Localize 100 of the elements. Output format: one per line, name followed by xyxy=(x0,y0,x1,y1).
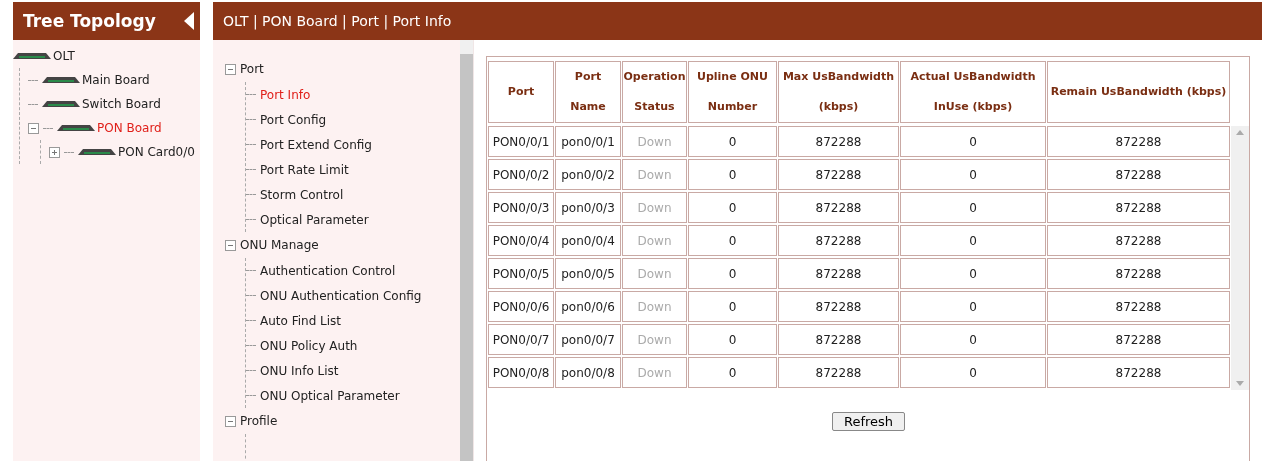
table-cell: 872288 xyxy=(778,126,899,157)
menu-item[interactable]: ONU Policy Auth xyxy=(260,338,358,353)
table-cell: pon0/0/5 xyxy=(555,258,621,289)
table-cell: 0 xyxy=(900,291,1046,322)
table-cell: 872288 xyxy=(1047,192,1230,223)
column-header: Port Name xyxy=(555,61,621,123)
table-cell: 0 xyxy=(900,324,1046,355)
table-cell: 0 xyxy=(900,258,1046,289)
table-cell: 0 xyxy=(688,159,777,190)
column-header: Actual UsBandwidth InUse (kbps) xyxy=(900,61,1046,123)
menu-item[interactable]: Port Config xyxy=(260,112,327,127)
device-icon xyxy=(13,52,51,60)
table-cell: 0 xyxy=(900,357,1046,388)
table-cell: 872288 xyxy=(1047,291,1230,322)
table-cell: 0 xyxy=(688,291,777,322)
table-cell: 0 xyxy=(900,225,1046,256)
collapse-icon[interactable] xyxy=(184,12,194,30)
tree-item[interactable]: Main Board xyxy=(82,73,150,87)
table-cell: 0 xyxy=(900,192,1046,223)
menu-group[interactable]: ONU Manage xyxy=(240,238,319,252)
collapse-icon[interactable] xyxy=(225,239,236,251)
table-cell: Down xyxy=(622,126,687,157)
table-cell: Down xyxy=(622,159,687,190)
tree-item[interactable]: PON Card0/0 xyxy=(118,145,195,159)
menu-item[interactable]: Port Rate Limit xyxy=(260,162,349,177)
menu-item[interactable]: Optical Parameter xyxy=(260,212,369,227)
menu-item[interactable]: Auto Find List xyxy=(260,313,342,328)
table-cell: pon0/0/8 xyxy=(555,357,621,388)
table-cell: 0 xyxy=(688,258,777,289)
tree-item[interactable]: OLT xyxy=(53,49,75,63)
menu-item[interactable]: ONU Authentication Config xyxy=(260,288,422,303)
tree-connector xyxy=(246,219,256,220)
tree-connector xyxy=(246,119,256,120)
column-header: Port xyxy=(488,61,554,123)
table-cell: pon0/0/6 xyxy=(555,291,621,322)
table-cell: 872288 xyxy=(1047,225,1230,256)
tree-connector xyxy=(28,103,38,105)
table-cell: 0 xyxy=(900,159,1046,190)
table-cell: pon0/0/2 xyxy=(555,159,621,190)
tree-connector xyxy=(246,194,256,195)
column-header: Remain UsBandwidth (kbps) xyxy=(1047,61,1230,123)
table-cell: PON0/0/2 xyxy=(488,159,554,190)
tree-connector xyxy=(246,320,256,321)
tree-connector xyxy=(246,144,256,145)
collapse-icon[interactable] xyxy=(225,415,236,427)
table-cell: 0 xyxy=(688,192,777,223)
table-cell: 0 xyxy=(688,225,777,256)
column-header: Upline ONU Number xyxy=(688,61,777,123)
collapse-icon[interactable] xyxy=(28,122,39,134)
table-cell: 872288 xyxy=(778,225,899,256)
table-cell: PON0/0/1 xyxy=(488,126,554,157)
tree-connector xyxy=(43,127,53,129)
scrollbar[interactable] xyxy=(460,40,473,461)
menu-item[interactable]: ONU Optical Parameter xyxy=(260,388,400,403)
tree-connector xyxy=(246,270,256,271)
column-header: Operation Status xyxy=(622,61,687,123)
table-cell: 872288 xyxy=(778,357,899,388)
table-cell: Down xyxy=(622,357,687,388)
table-cell: PON0/0/5 xyxy=(488,258,554,289)
tree-connector xyxy=(246,295,256,296)
table-cell: Down xyxy=(622,258,687,289)
table-cell: PON0/0/6 xyxy=(488,291,554,322)
device-icon xyxy=(78,148,116,156)
table-cell: 0 xyxy=(688,324,777,355)
table-cell: 872288 xyxy=(778,159,899,190)
table-cell: PON0/0/7 xyxy=(488,324,554,355)
table-cell: pon0/0/4 xyxy=(555,225,621,256)
table-cell: 872288 xyxy=(778,291,899,322)
expand-icon[interactable] xyxy=(49,146,60,158)
table-cell: 872288 xyxy=(1047,258,1230,289)
table-cell: 872288 xyxy=(1047,324,1230,355)
device-icon xyxy=(57,124,95,132)
menu-item[interactable]: Port Info xyxy=(260,87,311,102)
tree-connector xyxy=(246,395,256,396)
sidebar-title: Tree Topology xyxy=(23,11,156,31)
tree-item[interactable]: Switch Board xyxy=(82,97,161,111)
menu-group[interactable]: Profile xyxy=(240,414,278,428)
column-header: Max UsBandwidth (kbps) xyxy=(778,61,899,123)
table-cell: 872288 xyxy=(1047,357,1230,388)
menu-group[interactable]: Port xyxy=(240,62,264,76)
menu-item[interactable]: ONU Info List xyxy=(260,363,339,378)
collapse-icon[interactable] xyxy=(225,63,236,75)
menu-item[interactable]: Port Extend Config xyxy=(260,137,372,152)
refresh-button[interactable]: Refresh xyxy=(831,412,906,431)
table-cell: PON0/0/3 xyxy=(488,192,554,223)
table-cell: 872288 xyxy=(778,258,899,289)
menu-item[interactable]: Authentication Control xyxy=(260,263,396,278)
table-cell: 0 xyxy=(900,126,1046,157)
table-cell: PON0/0/4 xyxy=(488,225,554,256)
tree-item[interactable]: PON Board xyxy=(97,121,162,135)
table-cell: 0 xyxy=(688,357,777,388)
breadcrumb: OLT | PON Board | Port | Port Info xyxy=(223,13,452,29)
menu-item[interactable]: Storm Control xyxy=(260,187,344,202)
tree-connector xyxy=(64,151,74,153)
table-cell: PON0/0/8 xyxy=(488,357,554,388)
table-cell: Down xyxy=(622,225,687,256)
table-cell: 0 xyxy=(688,126,777,157)
tree-connector xyxy=(28,79,38,81)
tree-connector xyxy=(246,169,256,170)
table-cell: 872288 xyxy=(1047,159,1230,190)
